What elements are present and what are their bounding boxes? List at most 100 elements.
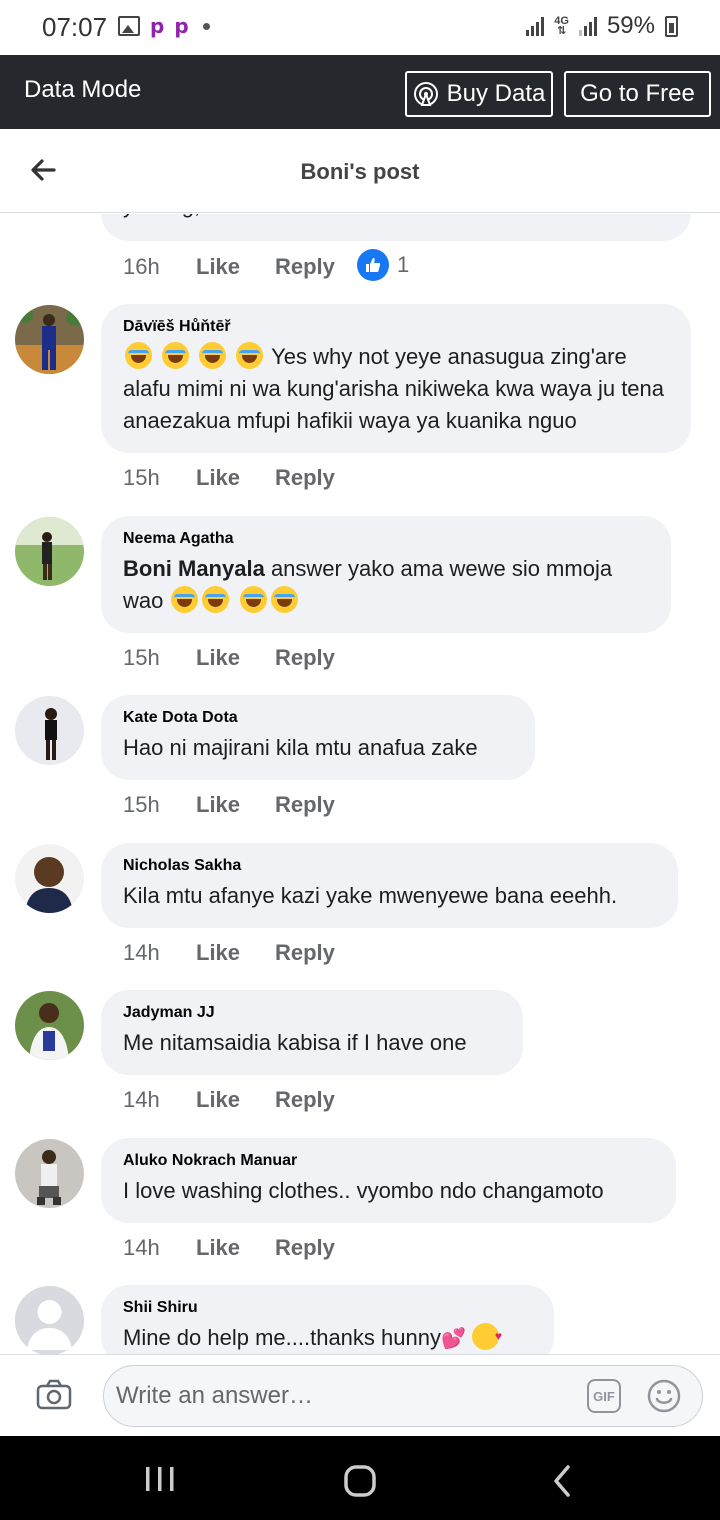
comment-list[interactable]: you big,it means alot 16h Like Reply 1 D… (0, 214, 720, 1354)
comment-meta: 15h Like Reply (123, 465, 335, 491)
laughing-emoji-icon (239, 586, 267, 613)
comment-bubble[interactable]: Jadyman JJ Me nitamsaidia kabisa if I ha… (101, 990, 523, 1075)
signal-bars-icon-2 (578, 16, 597, 36)
battery-percentage: 59% (606, 12, 655, 39)
like-button[interactable]: Like (196, 792, 275, 818)
comment-meta: 15h Like Reply (123, 792, 335, 818)
comment-meta: 16h Like Reply (123, 254, 335, 280)
like-button[interactable]: Like (196, 940, 275, 966)
comment-body: Yes why not yeye anasugua zing'are alafu… (123, 341, 669, 437)
comment-input[interactable]: Write an answer… GIF (103, 1365, 703, 1427)
avatar[interactable] (15, 991, 84, 1060)
back-icon[interactable] (548, 1464, 576, 1498)
avatar[interactable] (15, 1286, 84, 1354)
buy-data-button[interactable]: Buy Data (405, 71, 553, 117)
laughing-emoji-icon (171, 586, 199, 613)
comment-time: 14h (123, 1087, 160, 1112)
laughing-emoji-icon (270, 586, 298, 613)
signal-bars-icon (526, 16, 545, 36)
laughing-emoji-icon (199, 342, 227, 369)
status-time: 07:07 (42, 12, 108, 42)
emoji-picker-icon[interactable] (646, 1378, 682, 1414)
app-notification-icon-2: p (174, 14, 189, 38)
like-button[interactable]: Like (196, 465, 275, 491)
laughing-emoji-icon (125, 342, 152, 369)
broadcast-icon (413, 82, 438, 106)
buy-data-label: Buy Data (446, 80, 546, 107)
avatar[interactable] (15, 305, 84, 374)
comment-text: Me nitamsaidia kabisa if I have one (123, 1030, 467, 1055)
go-to-free-button[interactable]: Go to Free (564, 71, 711, 117)
system-navigation-bar (0, 1436, 720, 1520)
comment-text: I love washing clothes.. vyombo ndo chan… (123, 1178, 604, 1203)
comment-bubble[interactable]: Kate Dota Dota Hao ni majirani kila mtu … (101, 695, 535, 780)
comment-bubble[interactable]: you big,it means alot (101, 214, 691, 241)
home-icon[interactable] (343, 1464, 377, 1498)
comment-text: Kila mtu afanye kazi yake mwenyewe bana … (123, 883, 618, 908)
like-button[interactable]: Like (196, 254, 275, 280)
avatar[interactable] (15, 844, 84, 913)
reply-button[interactable]: Reply (275, 1087, 335, 1113)
reply-button[interactable]: Reply (275, 1235, 335, 1261)
go-to-free-label: Go to Free (580, 80, 695, 107)
comment-text: you big,it means alot (123, 214, 669, 222)
reaction-count: 1 (397, 252, 410, 277)
page-title: Boni's post (300, 159, 420, 184)
data-mode-bar: Data Mode Buy Data Go to Free (0, 55, 720, 129)
avatar[interactable] (15, 1139, 84, 1208)
comment-time: 14h (123, 940, 160, 965)
recent-apps-icon[interactable] (143, 1464, 177, 1494)
comment-author[interactable]: Nicholas Sakha (123, 857, 656, 875)
like-button[interactable]: Like (196, 1235, 275, 1261)
comment-author[interactable]: Kate Dota Dota (123, 709, 513, 727)
comment-body: Boni Manyala answer yako ama wewe sio mm… (123, 553, 649, 617)
like-button[interactable]: Like (196, 645, 275, 671)
comment-time: 15h (123, 792, 160, 817)
comment-bubble[interactable]: Aluko Nokrach Manuar I love washing clot… (101, 1138, 676, 1223)
comment-author[interactable]: Dāvïēš Hůňtēř (123, 318, 669, 336)
kiss-emoji-icon (472, 1320, 502, 1352)
like-button[interactable]: Like (196, 1087, 275, 1113)
mentioned-user-link[interactable]: Boni Manyala (123, 556, 265, 581)
reply-button[interactable]: Reply (275, 792, 335, 818)
comment-composer: Write an answer… GIF (0, 1354, 720, 1436)
more-notifications-dot-icon (202, 22, 210, 30)
data-mode-label: Data Mode (24, 76, 142, 103)
comment-author[interactable]: Jadyman JJ (123, 1004, 501, 1022)
comment-bubble[interactable]: Dāvïēš Hůňtēř Yes why not yeye anasugua … (101, 304, 691, 453)
camera-icon[interactable] (36, 1379, 72, 1411)
reply-button[interactable]: Reply (275, 465, 335, 491)
comment-text: Hao ni majirani kila mtu anafua zake (123, 735, 478, 760)
comment-meta: 15h Like Reply (123, 645, 335, 671)
avatar[interactable] (15, 517, 84, 586)
reply-button[interactable]: Reply (275, 254, 335, 280)
comment-bubble[interactable]: Neema Agatha Boni Manyala answer yako am… (101, 516, 671, 633)
comment-time: 14h (123, 1235, 160, 1260)
gallery-notification-icon (118, 16, 140, 36)
comment-text: Mine do help me....thanks hunny (123, 1325, 441, 1350)
thumbs-up-icon (357, 249, 389, 281)
comment-time: 15h (123, 465, 160, 490)
reply-button[interactable]: Reply (275, 940, 335, 966)
comment-author[interactable]: Aluko Nokrach Manuar (123, 1152, 654, 1170)
reply-button[interactable]: Reply (275, 645, 335, 671)
comment-body: Mine do help me....thanks hunny💕 (123, 1320, 532, 1354)
gif-button[interactable]: GIF (587, 1379, 621, 1413)
comment-author[interactable]: Shii Shiru (123, 1299, 532, 1317)
comment-time: 16h (123, 254, 160, 279)
laughing-emoji-icon (162, 342, 190, 369)
comment-bubble[interactable]: Nicholas Sakha Kila mtu afanye kazi yake… (101, 843, 678, 928)
network-type: 4G ⇅ (554, 15, 569, 37)
status-bar: 07:07 p p 4G ⇅ 59% (0, 0, 720, 55)
battery-icon (665, 15, 678, 37)
avatar[interactable] (15, 696, 84, 765)
comment-meta: 14h Like Reply (123, 940, 335, 966)
laughing-emoji-icon (236, 342, 264, 369)
reaction-summary[interactable]: 1 (357, 249, 409, 281)
app-notification-icon: p (150, 14, 165, 38)
comment-meta: 14h Like Reply (123, 1235, 335, 1261)
laughing-emoji-icon (202, 586, 230, 613)
comment-bubble[interactable]: Shii Shiru Mine do help me....thanks hun… (101, 1285, 554, 1354)
comment-meta: 14h Like Reply (123, 1087, 335, 1113)
comment-author[interactable]: Neema Agatha (123, 530, 649, 548)
